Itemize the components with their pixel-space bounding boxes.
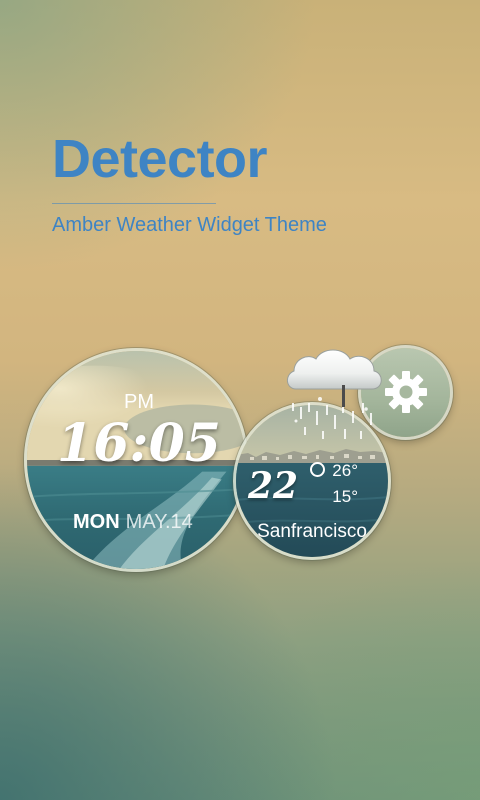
day-of-week: MON [73,511,120,533]
ampm-label: PM [124,391,154,413]
month-day: MAY.14 [125,511,193,533]
city-name: Sanfrancisco [257,521,367,542]
gear-icon [385,371,427,413]
cloud-rain-icon [287,349,382,439]
clock-time: 16:05 [57,413,221,474]
clock-date: MON MAY.14 [73,511,193,534]
high-temperature: 26° [332,461,358,480]
clock-widget[interactable]: PM 16:05 MON MAY.14 [24,348,248,572]
weather-widget-preview: PM 16:05 MON MAY.14 22 26° 15° Sanfranci… [0,0,480,800]
current-temperature: 22 [248,465,299,507]
low-temperature: 15° [332,487,358,506]
